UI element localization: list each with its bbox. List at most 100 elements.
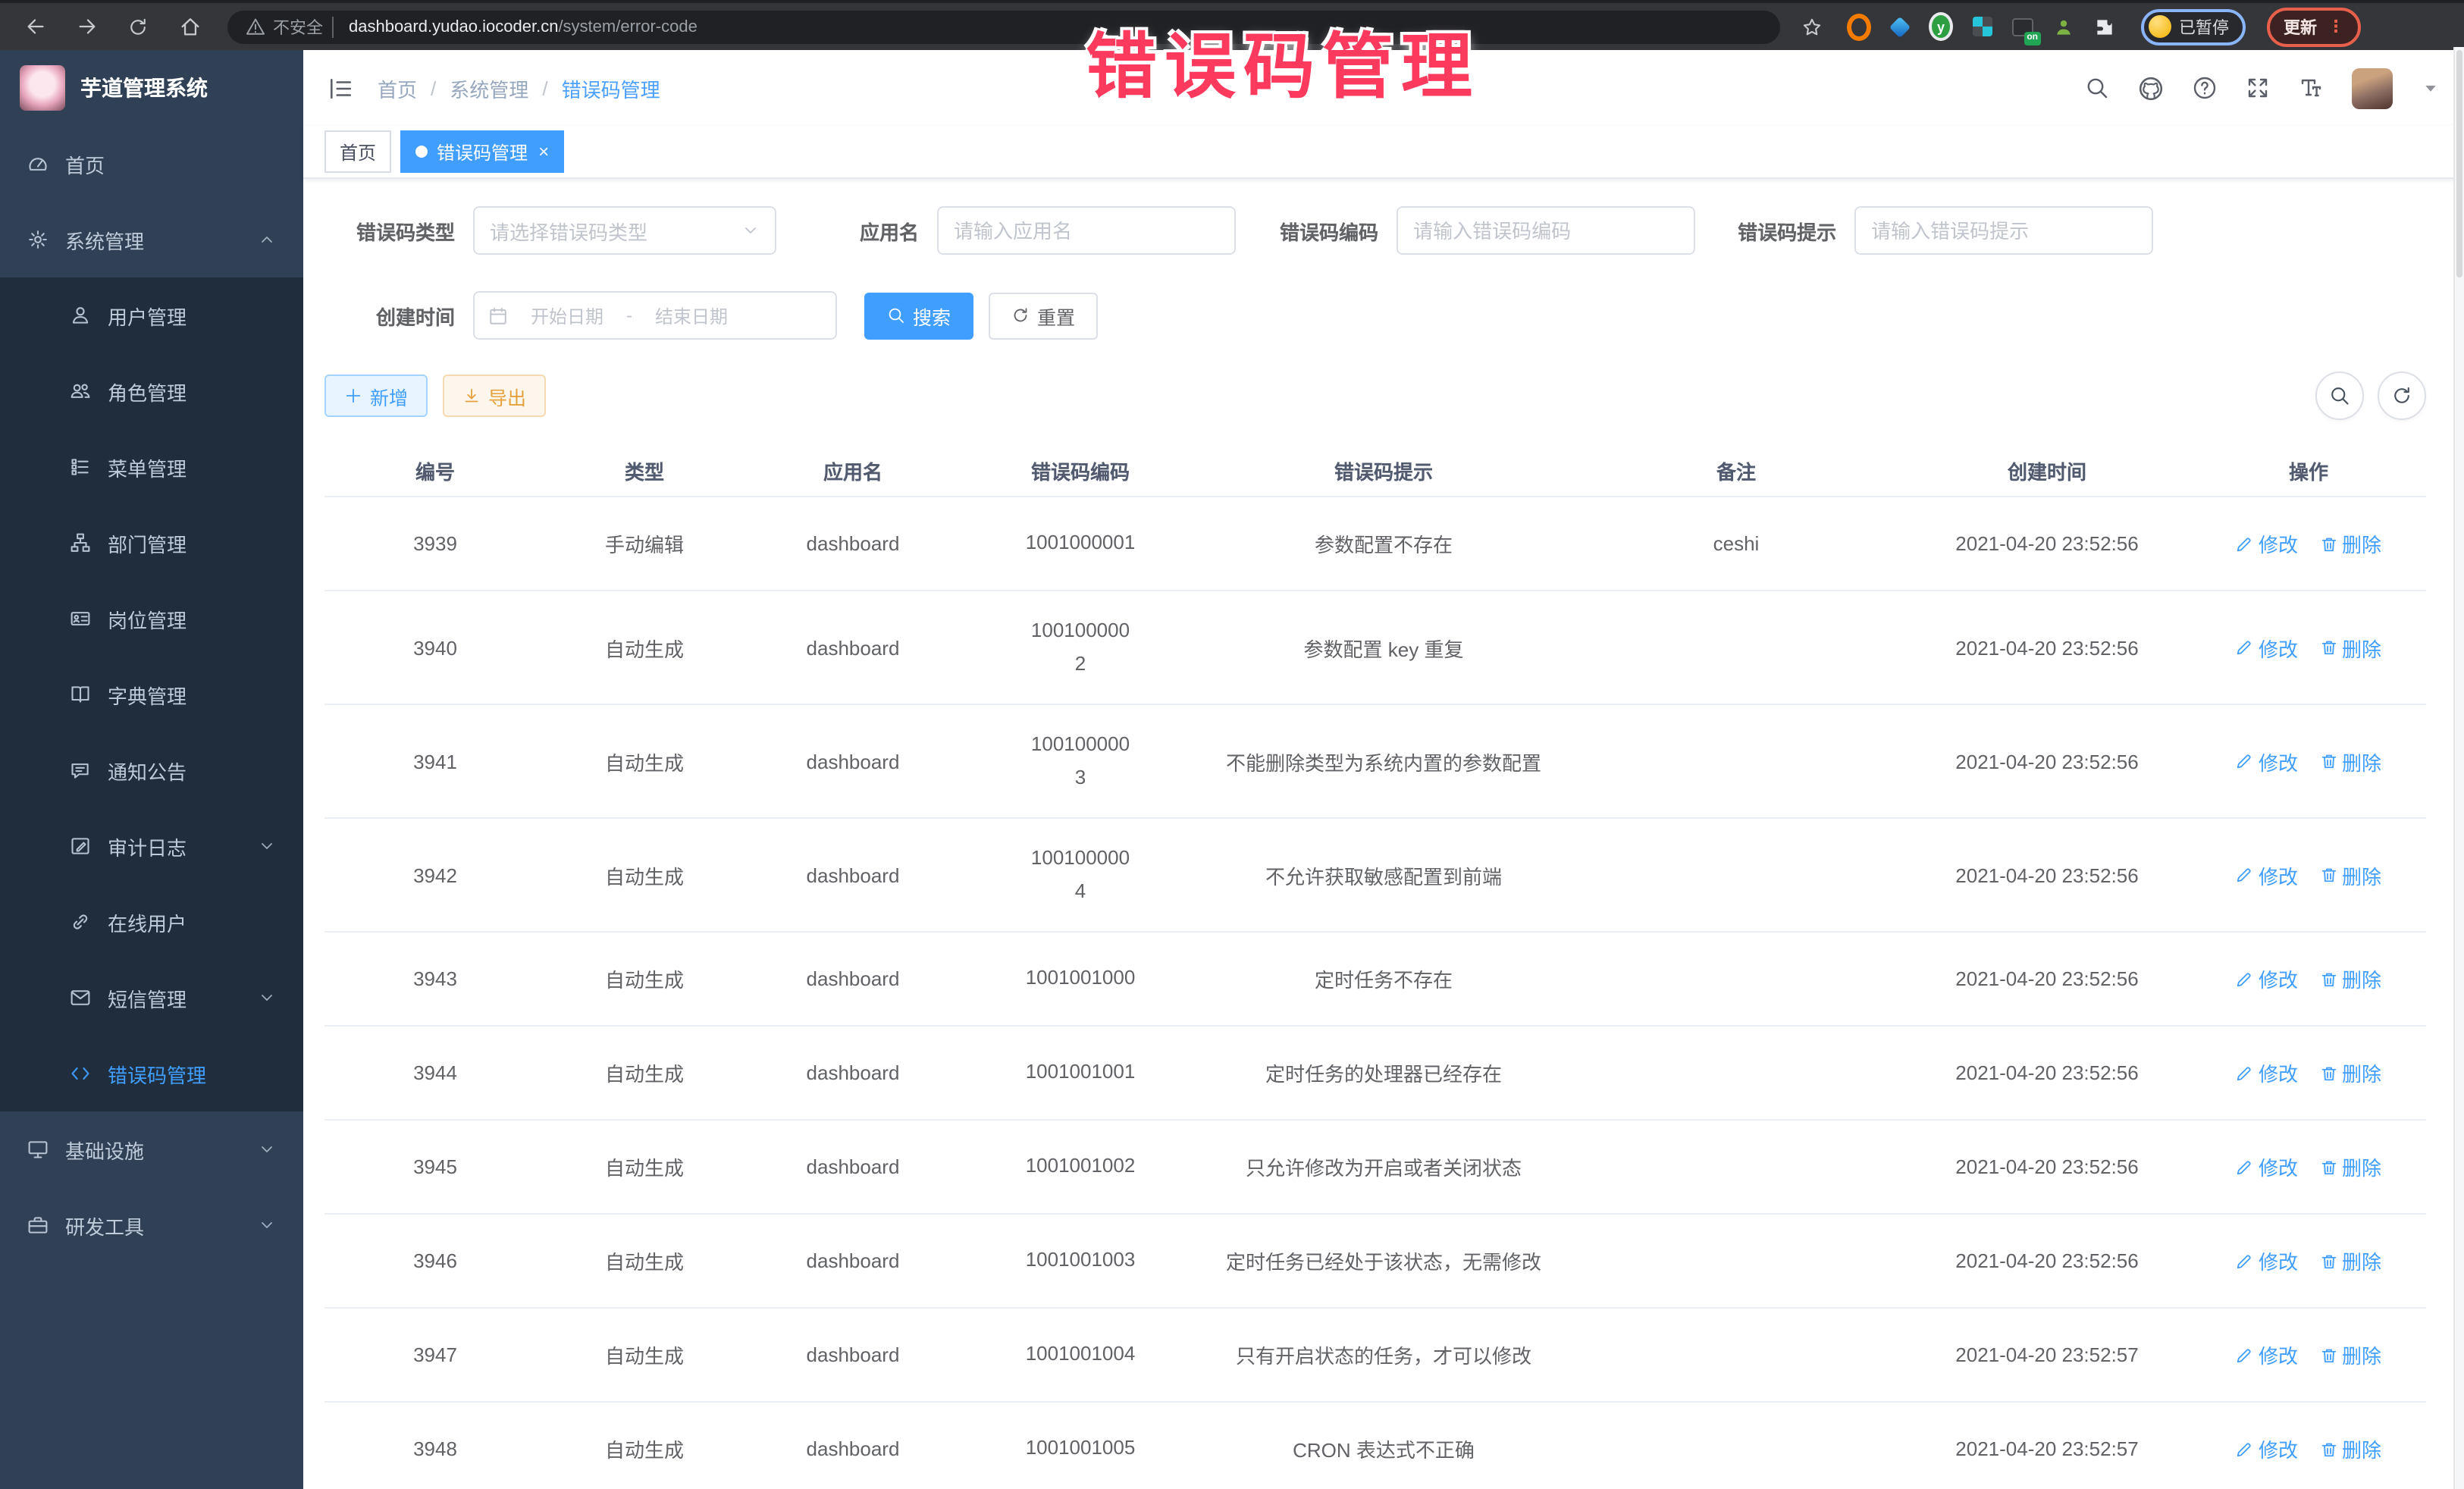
sidebar-item-sms[interactable]: 短信管理 — [0, 960, 303, 1036]
extension-icon[interactable] — [1970, 14, 1994, 39]
update-label: 更新 — [2284, 14, 2317, 39]
refresh-table-button[interactable] — [2378, 371, 2426, 420]
edit-link[interactable]: 修改 — [2236, 747, 2298, 776]
delete-link[interactable]: 删除 — [2319, 1434, 2381, 1463]
sidebar-item-notice[interactable]: 通知公告 — [0, 732, 303, 808]
search-button[interactable]: 搜索 — [864, 292, 973, 339]
edit-icon — [2236, 866, 2254, 884]
browser-reload-icon[interactable] — [118, 7, 158, 46]
sidebar-item-role[interactable]: 角色管理 — [0, 353, 303, 429]
page-content: 错误码类型 请选择错误码类型 应用名 错误码编码 错误码提示 创建时间 — [303, 179, 2464, 1489]
delete-link[interactable]: 删除 — [2319, 860, 2381, 889]
font-size-icon[interactable] — [2299, 76, 2323, 100]
sidebar-item-menu[interactable]: 菜单管理 — [0, 429, 303, 505]
extension-icon[interactable] — [1888, 14, 1912, 39]
hamburger-icon[interactable] — [328, 75, 353, 101]
edit-link[interactable]: 修改 — [2236, 1434, 2298, 1463]
help-icon[interactable] — [2193, 76, 2217, 100]
table-row: 3941自动生成dashboard100100000 3不能删除类型为系统内置的… — [324, 704, 2426, 818]
delete-link[interactable]: 删除 — [2319, 1246, 2381, 1275]
cell-time: 2021-04-20 23:52:56 — [1903, 704, 2191, 818]
dict-book-icon — [70, 684, 91, 705]
extension-icon[interactable] — [2011, 14, 2035, 39]
update-button[interactable]: 更新 ⋮ — [2267, 7, 2361, 46]
cell-id: 3942 — [324, 818, 546, 932]
sidebar-item-devtools[interactable]: 研发工具 — [0, 1187, 303, 1263]
browser-back-icon[interactable] — [15, 7, 55, 46]
delete-link[interactable]: 删除 — [2319, 1152, 2381, 1181]
sidebar-item-dept[interactable]: 部门管理 — [0, 505, 303, 581]
refresh-icon — [1011, 306, 1030, 324]
profile-paused-badge[interactable]: 已暂停 — [2141, 8, 2246, 45]
date-range-picker[interactable]: 开始日期 - 结束日期 — [473, 291, 837, 340]
edit-link[interactable]: 修改 — [2236, 1340, 2298, 1369]
app-logo[interactable]: 芋道管理系统 — [0, 50, 303, 126]
cell-actions: 修改删除 — [2191, 818, 2426, 932]
menu-dots-icon[interactable]: ⋮ — [2328, 17, 2344, 36]
cell-msg: 不允许获取敏感配置到前端 — [1198, 818, 1569, 932]
browser-home-icon[interactable] — [170, 7, 209, 46]
sidebar-item-infra[interactable]: 基础设施 — [0, 1111, 303, 1187]
delete-link[interactable]: 删除 — [2319, 1340, 2381, 1369]
chevron-down-icon — [258, 837, 276, 855]
table-row: 3939手动编辑dashboard1001000001参数配置不存在ceshi2… — [324, 497, 2426, 591]
browser-forward-icon[interactable] — [67, 7, 106, 46]
close-tab-icon[interactable]: × — [538, 143, 549, 161]
bookmark-star-icon[interactable] — [1801, 16, 1823, 37]
breadcrumb-system[interactable]: 系统管理 — [450, 74, 528, 102]
edit-link[interactable]: 修改 — [2236, 1058, 2298, 1087]
edit-link[interactable]: 修改 — [2236, 964, 2298, 993]
sidebar-item-error-code[interactable]: 错误码管理 — [0, 1036, 303, 1111]
trash-icon — [2319, 970, 2337, 988]
delete-link[interactable]: 删除 — [2319, 747, 2381, 776]
extension-icon[interactable] — [2052, 14, 2076, 39]
delete-link[interactable]: 删除 — [2319, 529, 2381, 558]
edit-link[interactable]: 修改 — [2236, 1152, 2298, 1181]
edit-link[interactable]: 修改 — [2236, 633, 2298, 662]
add-button[interactable]: 新增 — [324, 375, 428, 417]
export-button[interactable]: 导出 — [443, 375, 546, 417]
sidebar-item-audit[interactable]: 审计日志 — [0, 808, 303, 884]
sidebar: 芋道管理系统 首页系统管理用户管理角色管理菜单管理部门管理岗位管理字典管理通知公… — [0, 50, 303, 1489]
sidebar-item-dict[interactable]: 字典管理 — [0, 657, 303, 732]
cell-type: 自动生成 — [546, 818, 743, 932]
sidebar-item-system[interactable]: 系统管理 — [0, 202, 303, 277]
delete-link[interactable]: 删除 — [2319, 633, 2381, 662]
delete-link[interactable]: 删除 — [2319, 1058, 2381, 1087]
scrollbar[interactable] — [2453, 47, 2464, 1489]
extension-icon[interactable] — [1847, 14, 1871, 39]
edit-link[interactable]: 修改 — [2236, 1246, 2298, 1275]
users-icon — [70, 381, 91, 402]
sidebar-item-online[interactable]: 在线用户 — [0, 884, 303, 960]
toggle-search-button[interactable] — [2315, 371, 2364, 420]
cell-code: 100100000 2 — [963, 591, 1198, 704]
edit-link[interactable]: 修改 — [2236, 529, 2298, 558]
error-code-input[interactable] — [1397, 206, 1695, 255]
github-icon[interactable] — [2138, 75, 2164, 101]
cell-remark — [1569, 1308, 1903, 1402]
url-host: dashboard.yudao.iocoder.cn — [349, 17, 558, 36]
caret-down-icon[interactable] — [2422, 79, 2440, 97]
search-icon[interactable] — [2085, 76, 2109, 100]
fullscreen-icon[interactable] — [2246, 76, 2270, 100]
address-bar[interactable]: 不安全 dashboard.yudao.iocoder.cn/system/er… — [227, 10, 1780, 43]
app-name-input[interactable] — [937, 206, 1236, 255]
tab-error-code[interactable]: 错误码管理 × — [400, 130, 564, 173]
breadcrumb-home[interactable]: 首页 — [378, 74, 417, 102]
column-header: 编号 — [324, 444, 546, 497]
trash-icon — [2319, 866, 2337, 884]
sidebar-item-home[interactable]: 首页 — [0, 126, 303, 202]
edit-link[interactable]: 修改 — [2236, 860, 2298, 889]
sidebar-item-post[interactable]: 岗位管理 — [0, 581, 303, 657]
extension-icon[interactable]: y — [1929, 14, 1953, 39]
reset-button[interactable]: 重置 — [989, 292, 1098, 339]
error-msg-input[interactable] — [1854, 206, 2153, 255]
cell-actions: 修改删除 — [2191, 497, 2426, 591]
sidebar-item-user[interactable]: 用户管理 — [0, 277, 303, 353]
cell-actions: 修改删除 — [2191, 704, 2426, 818]
tab-home[interactable]: 首页 — [324, 130, 391, 173]
error-type-select[interactable]: 请选择错误码类型 — [473, 206, 776, 255]
user-avatar[interactable] — [2352, 67, 2393, 108]
extension-icon[interactable] — [2093, 14, 2117, 39]
delete-link[interactable]: 删除 — [2319, 964, 2381, 993]
